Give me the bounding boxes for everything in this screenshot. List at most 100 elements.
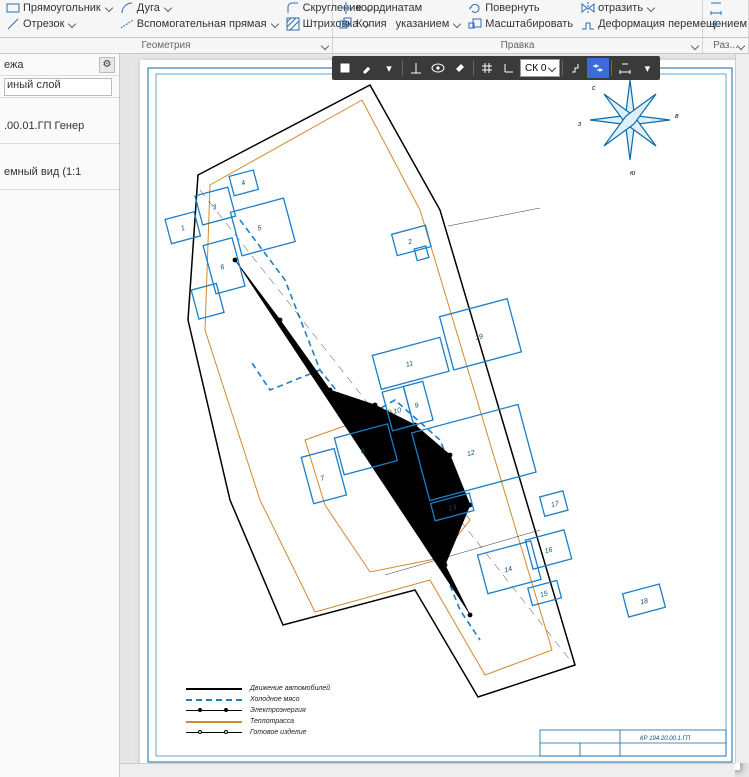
svg-text:12: 12	[466, 449, 475, 458]
layer-combo[interactable]: иный слой	[4, 78, 112, 96]
viewport[interactable]: с в з ю	[120, 54, 749, 777]
eraser-icon[interactable]	[356, 58, 378, 78]
svg-text:10: 10	[393, 407, 402, 416]
vertical-scrollbar[interactable]	[735, 54, 749, 763]
aux-line-button[interactable]: Вспомогательная прямая	[116, 16, 282, 32]
ribbon-group-geometry: Прямоугольник Отрезок Дуга Вспомогательн…	[0, 0, 333, 37]
dim-icon-2	[709, 17, 723, 31]
copy-icon	[339, 17, 353, 31]
move-coords-button[interactable]: координатам	[335, 0, 464, 16]
mirror-icon	[581, 1, 595, 15]
svg-text:в: в	[675, 113, 679, 120]
compass-icon: с в з ю	[577, 80, 679, 177]
dim-button-1[interactable]	[705, 0, 727, 16]
line-button[interactable]: Отрезок	[2, 16, 116, 32]
edit-group-label[interactable]: Правка	[333, 38, 703, 53]
doc-name: .00.01.ГП Генер	[4, 120, 115, 132]
svg-text:11: 11	[405, 360, 414, 369]
svg-text:5: 5	[257, 225, 263, 233]
rotate-button[interactable]: Повернуть	[464, 0, 577, 16]
svg-text:4: 4	[241, 180, 247, 188]
view-toolbar: ▾ СК 0 ▾	[332, 56, 660, 80]
svg-text:6: 6	[220, 264, 226, 272]
layer-combo-value: иный слой	[7, 79, 61, 91]
line-icon	[6, 17, 20, 31]
aux-line-label: Вспомогательная прямая	[137, 17, 267, 31]
ribbon-labels: Геометрия Правка Раз...	[0, 38, 749, 54]
svg-text:с: с	[592, 85, 596, 92]
arc-button[interactable]: Дуга	[116, 0, 282, 16]
layer-row: иный слой	[0, 76, 119, 98]
panel-tab-label: ежа	[4, 59, 52, 71]
title-block	[540, 730, 726, 756]
spacer	[0, 98, 119, 108]
doc-row[interactable]: .00.01.ГП Генер	[0, 108, 119, 144]
spacer	[0, 144, 119, 154]
grid-icon[interactable]	[476, 58, 498, 78]
scale-icon	[468, 17, 482, 31]
building-numbers: 1 3 4 5 6 2 7 8 9 10 11 12 13 14 15 16 1	[173, 107, 649, 696]
round-icon	[286, 1, 300, 15]
rotate-label: Повернуть	[485, 1, 539, 15]
filter-icon[interactable]	[334, 58, 356, 78]
legend-row: Холодное мясо	[186, 696, 330, 703]
dim-group-label[interactable]: Раз...	[703, 38, 749, 53]
cs-value: СК 0	[525, 63, 546, 74]
settings-toggle-icon[interactable]	[587, 58, 609, 78]
arc-label: Дуга	[137, 1, 160, 15]
svg-text:18: 18	[640, 598, 649, 607]
view-name: емный вид (1:1	[4, 166, 115, 178]
arrow-down-icon[interactable]: ▾	[378, 58, 400, 78]
perp-icon[interactable]	[405, 58, 427, 78]
aux-line-icon	[120, 17, 134, 31]
svg-text:7: 7	[320, 475, 327, 483]
ribbon: Прямоугольник Отрезок Дуга Вспомогательн…	[0, 0, 749, 38]
rect-icon	[6, 1, 20, 15]
mirror-label: отразить	[598, 1, 643, 15]
dim-button-2[interactable]	[705, 16, 727, 32]
rect-button[interactable]: Прямоугольник	[2, 0, 116, 16]
scale-button[interactable]: Масштабировать	[464, 16, 577, 32]
eye-icon[interactable]	[427, 58, 449, 78]
dimension-icon[interactable]	[614, 58, 636, 78]
paint-icon[interactable]	[449, 58, 471, 78]
deform-icon	[581, 17, 595, 31]
side-panel: ежа ⚙ иный слой .00.01.ГП Генер емный ви…	[0, 54, 120, 777]
step-icon[interactable]	[565, 58, 587, 78]
svg-text:9: 9	[414, 402, 420, 410]
sheet-svg: с в з ю	[140, 60, 740, 770]
legend-row: Электроэнергия	[186, 707, 330, 714]
view-row[interactable]: емный вид (1:1	[0, 154, 119, 190]
geom-group-label[interactable]: Геометрия	[0, 38, 333, 53]
svg-text:16: 16	[544, 547, 553, 556]
panel-header: ежа ⚙	[0, 54, 119, 76]
svg-text:2: 2	[406, 238, 413, 246]
axes-icon[interactable]	[498, 58, 520, 78]
scale-label: Масштабировать	[485, 17, 573, 31]
rotate-icon	[468, 1, 482, 15]
copy-point-button[interactable]: Копия указанием	[335, 16, 464, 32]
stamp-code: КР 194.20.00.1.ГП	[640, 736, 691, 742]
legend-row: Теплотрасса	[186, 718, 330, 725]
arrow-down-icon[interactable]: ▾	[636, 58, 658, 78]
svg-text:17: 17	[550, 500, 560, 509]
legend: Движение автомобилей Холодное мясо Элект…	[186, 681, 330, 740]
hatch-icon	[286, 17, 300, 31]
site-outline	[188, 85, 575, 697]
rect-label: Прямоугольник	[23, 1, 101, 15]
legend-row: Готовое изделие	[186, 729, 330, 736]
ribbon-group-dim	[703, 0, 749, 37]
drawing-sheet: с в з ю	[140, 60, 740, 770]
horizontal-scrollbar[interactable]	[120, 763, 735, 777]
dim-icon	[709, 1, 723, 15]
svg-text:1: 1	[180, 225, 186, 233]
svg-text:15: 15	[539, 590, 548, 599]
svg-text:з: з	[577, 121, 582, 128]
svg-text:14: 14	[504, 566, 513, 575]
svg-text:ю: ю	[630, 170, 636, 177]
arc-icon	[120, 1, 134, 15]
svg-text:3: 3	[212, 204, 218, 212]
gear-icon[interactable]: ⚙	[99, 57, 115, 73]
svg-text:19: 19	[475, 333, 484, 342]
coord-system-combo[interactable]: СК 0	[520, 59, 560, 77]
